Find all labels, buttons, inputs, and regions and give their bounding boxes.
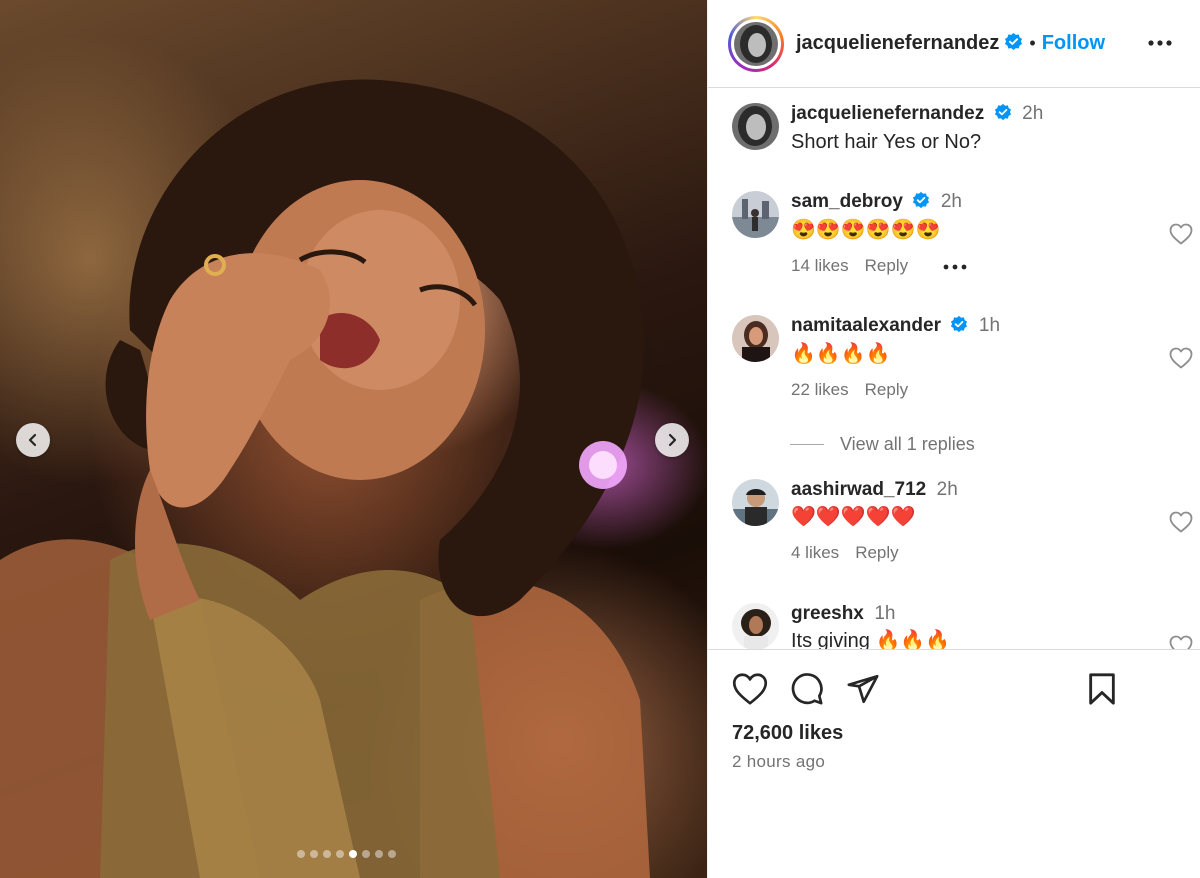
post-timestamp: 2 hours ago: [732, 752, 826, 771]
comment-username[interactable]: greeshx: [791, 603, 864, 624]
comment-text: Its giving 🔥🔥🔥: [791, 630, 951, 649]
post-photo-illustration: [0, 79, 650, 878]
verified-badge-icon: [1004, 32, 1023, 56]
heart-icon: [1169, 223, 1193, 245]
comment-likes[interactable]: 14 likes: [791, 256, 849, 276]
verified-badge-icon: [994, 103, 1012, 126]
follow-button[interactable]: Follow: [1042, 32, 1105, 55]
reply-button[interactable]: Reply: [865, 380, 908, 400]
comment-like-button[interactable]: [1169, 511, 1193, 538]
carousel-dot: [323, 850, 331, 858]
comment-time: 2h: [940, 191, 962, 212]
comment-time: 2h: [936, 479, 958, 500]
replies-divider-line: [790, 444, 824, 445]
comment-button[interactable]: [790, 672, 824, 711]
carousel-dot: [297, 850, 305, 858]
comment-likes[interactable]: 4 likes: [791, 543, 839, 563]
share-button[interactable]: [846, 672, 880, 711]
comment-username[interactable]: sam_debroy: [791, 191, 903, 212]
caption-time: 2h: [1022, 103, 1044, 124]
caption-text: Short hair Yes or No?: [791, 131, 982, 154]
post-media[interactable]: [0, 0, 707, 878]
post-header: jacquelienefernandez • Follow: [708, 0, 1200, 88]
comment-options-button[interactable]: [942, 256, 968, 276]
post-details-panel: jacquelienefernandez • Follow jacquelien…: [707, 0, 1200, 878]
send-icon: [847, 674, 879, 704]
heart-icon: [1169, 347, 1193, 369]
instagram-post-view: jacquelienefernandez • Follow jacquelien…: [0, 0, 1200, 878]
author-avatar-story-ring[interactable]: [728, 15, 784, 72]
commenter-avatar[interactable]: [732, 479, 779, 526]
post-actions: [732, 672, 880, 711]
carousel-dot: [310, 850, 318, 858]
comment-like-button[interactable]: [1169, 347, 1193, 374]
carousel-next-button[interactable]: [655, 423, 689, 457]
save-button[interactable]: [1087, 672, 1117, 711]
carousel-dot: [362, 850, 370, 858]
chevron-right-icon: [668, 433, 677, 447]
view-replies-label: View all 1 replies: [840, 434, 975, 454]
view-replies-button[interactable]: View all 1 replies: [790, 434, 975, 455]
comment-time: 1h: [978, 315, 1001, 336]
caption-avatar[interactable]: [732, 103, 779, 150]
reply-button[interactable]: Reply: [855, 543, 898, 563]
like-button[interactable]: [732, 672, 768, 711]
commenter-avatar[interactable]: [732, 315, 779, 362]
bookmark-icon: [1089, 673, 1115, 705]
commenter-avatar[interactable]: [732, 603, 779, 649]
carousel-prev-button[interactable]: [16, 423, 50, 457]
reply-button[interactable]: Reply: [865, 256, 908, 276]
comment-icon: [791, 673, 823, 705]
comment-time: 1h: [874, 603, 896, 624]
caption-username[interactable]: jacquelienefernandez: [791, 103, 984, 124]
carousel-dot: [336, 850, 344, 858]
chevron-left-icon: [28, 433, 37, 447]
heart-icon: [1169, 635, 1193, 649]
carousel-dot: [349, 850, 357, 858]
heart-icon: [1169, 511, 1193, 533]
post-actions-section: 72,600 likes 2 hours ago: [708, 649, 1200, 878]
comment-likes[interactable]: 22 likes: [791, 380, 849, 400]
more-options-button[interactable]: [1147, 33, 1173, 58]
more-horizontal-icon: [1148, 40, 1172, 46]
carousel-indicator: [297, 850, 396, 858]
comment-username[interactable]: namitaalexander: [791, 315, 941, 336]
comment-text: ❤️❤️❤️❤️❤️: [791, 506, 916, 528]
heart-icon: [732, 673, 768, 705]
author-avatar: [734, 21, 778, 66]
commenter-avatar[interactable]: [732, 191, 779, 238]
more-horizontal-icon: [943, 264, 967, 270]
comment-username[interactable]: aashirwad_712: [791, 479, 926, 500]
header-separator: •: [1029, 33, 1036, 53]
verified-badge-icon: [950, 315, 968, 338]
comment-text: 😍😍😍😍😍😍: [791, 219, 941, 242]
comments-list[interactable]: jacquelienefernandez 2h Short hair Yes o…: [708, 89, 1200, 649]
comment-like-button[interactable]: [1169, 635, 1193, 649]
carousel-dot: [388, 850, 396, 858]
verified-badge-icon: [912, 191, 930, 214]
comment-text: 🔥🔥🔥🔥: [791, 343, 891, 366]
post-likes-count[interactable]: 72,600 likes: [732, 722, 843, 745]
comment-like-button[interactable]: [1169, 223, 1193, 250]
author-username[interactable]: jacquelienefernandez: [796, 32, 999, 55]
carousel-dot: [375, 850, 383, 858]
